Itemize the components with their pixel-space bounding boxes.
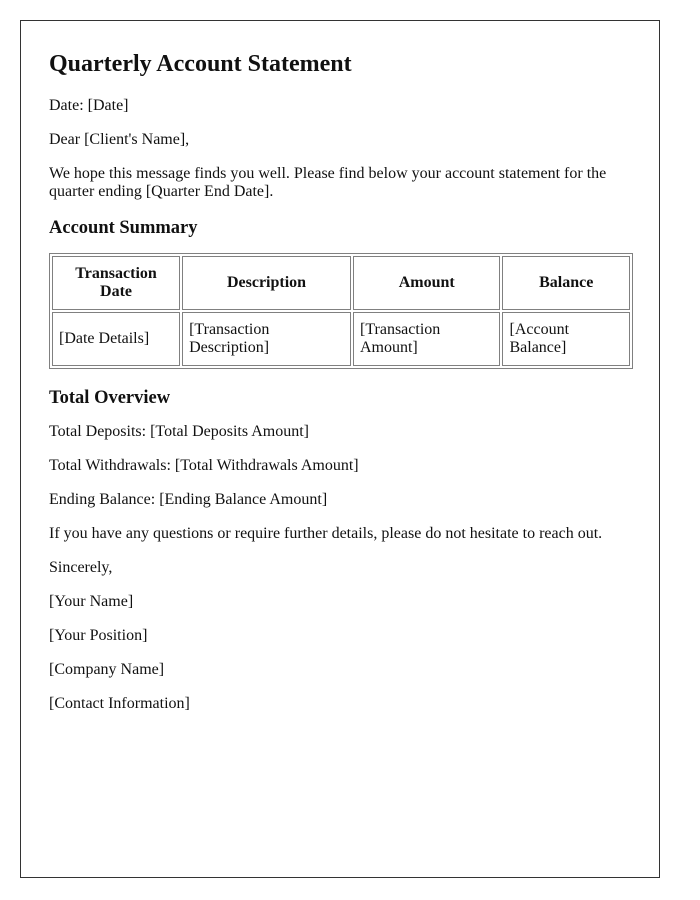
salutation: Dear [Client's Name], <box>49 131 190 148</box>
total-overview-heading: Total Overview <box>49 388 171 408</box>
total-withdrawals: Total Withdrawals: [Total Withdrawals Am… <box>49 457 359 474</box>
cell-amount: [Transaction Amount] <box>352 312 501 366</box>
sender-name: [Your Name] <box>49 593 134 610</box>
account-summary-heading: Account Summary <box>49 218 198 238</box>
cell-description: [Transaction Description] <box>182 312 351 366</box>
account-summary-table: Transaction Date Description Amount Bala… <box>49 253 633 369</box>
total-deposits: Total Deposits: [Total Deposits Amount] <box>49 423 309 440</box>
closing-note: If you have any questions or require fur… <box>49 525 603 542</box>
intro-paragraph: We hope this message finds you well. Ple… <box>49 165 607 200</box>
table-header-row: Transaction Date Description Amount Bala… <box>52 256 630 310</box>
cell-transaction-date: [Date Details] <box>52 312 181 366</box>
header-transaction-date: Transaction Date <box>52 256 181 310</box>
header-balance: Balance <box>502 256 630 310</box>
sender-position: [Your Position] <box>49 627 148 644</box>
page-title: Quarterly Account Statement <box>49 51 352 77</box>
company-name: [Company Name] <box>49 661 165 678</box>
header-amount: Amount <box>352 256 501 310</box>
table-row: [Date Details] [Transaction Description]… <box>52 312 630 366</box>
sign-off: Sincerely, <box>49 559 113 576</box>
statement-page: Quarterly Account Statement Date: [Date]… <box>20 20 660 878</box>
date-line: Date: [Date] <box>49 97 129 114</box>
cell-balance: [Account Balance] <box>502 312 630 366</box>
contact-information: [Contact Information] <box>49 695 190 712</box>
ending-balance: Ending Balance: [Ending Balance Amount] <box>49 491 328 508</box>
header-description: Description <box>182 256 351 310</box>
